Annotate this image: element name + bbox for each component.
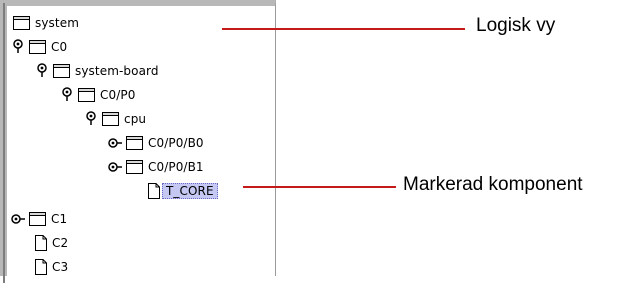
tree-node-c1[interactable]: C1 [10, 209, 67, 229]
folder-icon [78, 88, 95, 102]
file-icon [148, 183, 160, 199]
tree-node-c0[interactable]: C0 [10, 37, 67, 57]
expanded-toggle-icon[interactable] [59, 87, 75, 103]
tree-node-c0-p0-b1[interactable]: C0/P0/B1 [107, 157, 204, 177]
folder-icon [126, 136, 143, 150]
tree-node-c0-p0[interactable]: C0/P0 [59, 85, 135, 105]
folder-icon [29, 212, 46, 226]
collapsed-toggle-icon[interactable] [107, 159, 123, 175]
tree-node-system[interactable]: system [13, 13, 79, 33]
tree-node-c0-p0-b0[interactable]: C0/P0/B0 [107, 133, 204, 153]
tree-node-cpu[interactable]: cpu [83, 109, 146, 129]
tree-node-label: C3 [52, 260, 69, 274]
selected-node-label: T_CORE [162, 183, 218, 199]
file-icon [35, 235, 47, 251]
selected-component-callout: Markerad komponent [403, 174, 583, 195]
collapsed-toggle-icon[interactable] [10, 211, 26, 227]
tree-node-label: cpu [124, 112, 147, 126]
folder-icon [29, 40, 46, 54]
folder-icon [126, 160, 143, 174]
expanded-toggle-icon[interactable] [34, 63, 50, 79]
collapsed-toggle-icon[interactable] [107, 135, 123, 151]
tree-node-label: C0/P0/B1 [148, 160, 204, 174]
expanded-toggle-icon[interactable] [83, 111, 99, 127]
tree-node-label: C1 [51, 212, 68, 226]
tree-node-c3[interactable]: C3 [35, 257, 68, 277]
tree-node-c2[interactable]: C2 [35, 233, 68, 253]
tree-node-label: system [35, 16, 79, 30]
tree-node-label: C0/P0/B0 [148, 136, 204, 150]
selected-component-callout-line [243, 186, 396, 188]
folder-icon [102, 112, 119, 126]
tree-node-label: C2 [52, 236, 69, 250]
tree-node-label: C0 [51, 40, 68, 54]
logical-view-callout: Logisk vy [476, 15, 556, 36]
tree-node-label: system-board [75, 64, 159, 78]
tree-panel: system C0 system-board C0/P0 cpu C0/P0/B… [0, 0, 276, 283]
tree-node-label: C0/P0 [100, 88, 136, 102]
logical-view-callout-line [222, 28, 465, 30]
file-icon [35, 259, 47, 275]
expanded-toggle-icon[interactable] [10, 39, 26, 55]
folder-icon [53, 64, 70, 78]
tree-node-t-core[interactable]: T_CORE [148, 181, 218, 201]
folder-icon [13, 16, 30, 30]
tree-node-system-board[interactable]: system-board [34, 61, 159, 81]
